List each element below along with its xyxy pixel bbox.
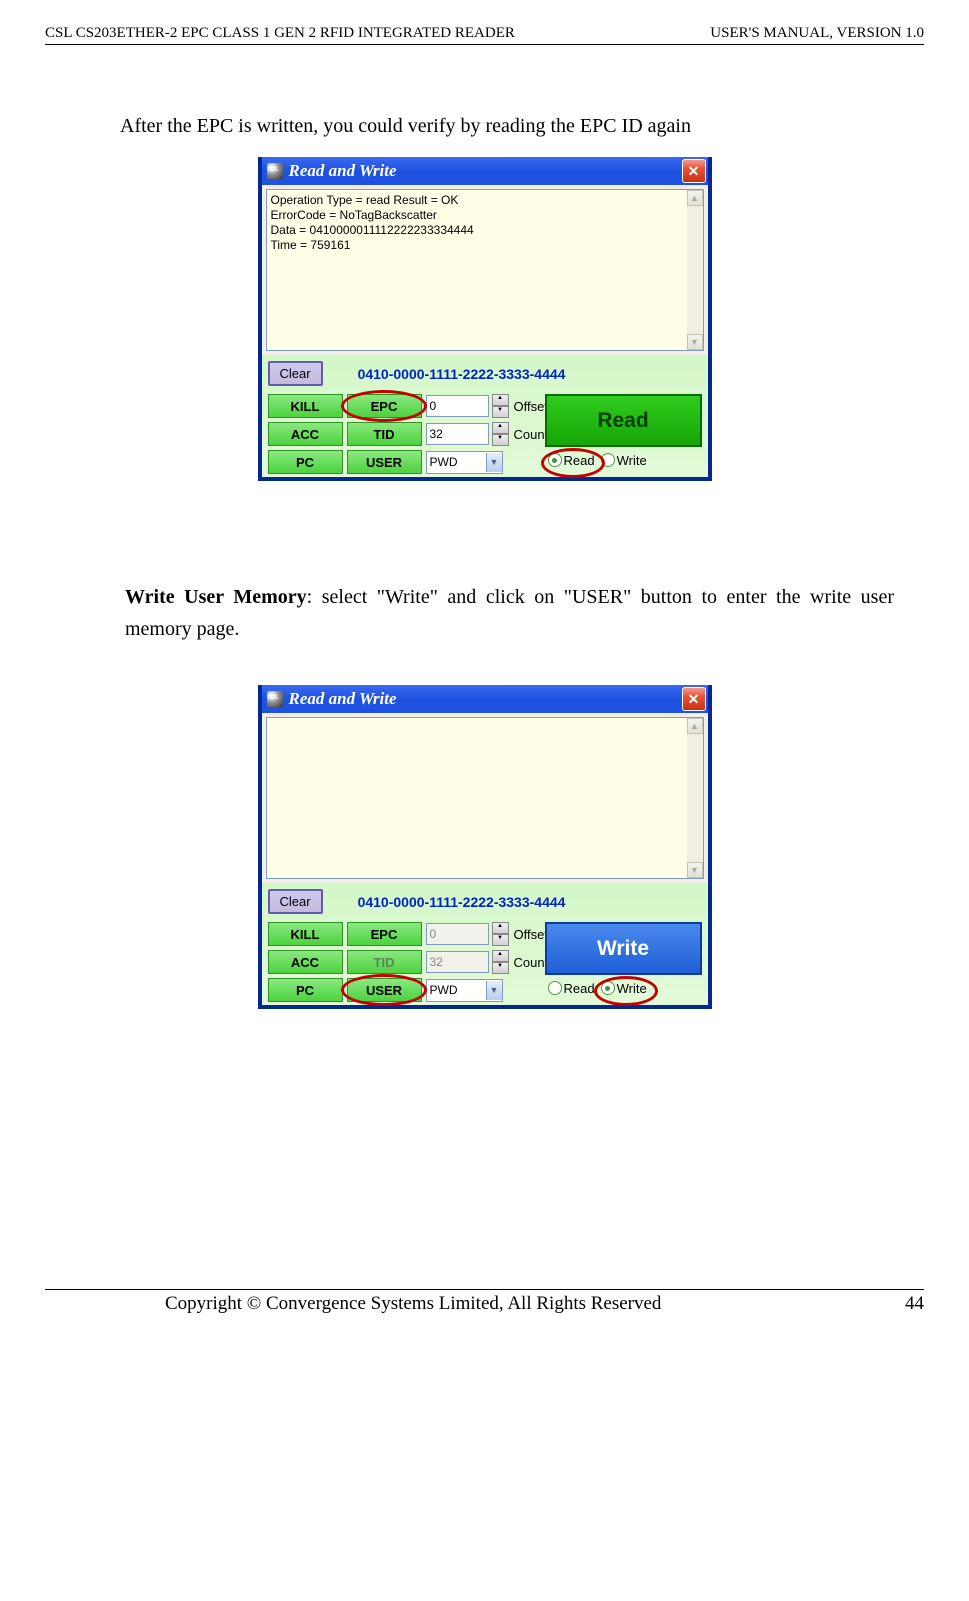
kill-button[interactable]: KILL xyxy=(268,394,343,418)
result-textarea[interactable]: ▲ ▼ xyxy=(266,717,704,879)
radio-read-label: Read xyxy=(564,981,595,996)
scroll-down-icon[interactable]: ▼ xyxy=(687,334,703,350)
write-user-bold: Write User Memory xyxy=(125,586,307,608)
footer-copyright: Copyright © Convergence Systems Limited,… xyxy=(165,1293,661,1315)
radio-read-label: Read xyxy=(564,453,595,468)
result-line: ErrorCode = NoTagBackscatter xyxy=(271,208,683,223)
scrollbar[interactable]: ▲ ▼ xyxy=(687,190,703,350)
dropdown-value: PWD xyxy=(430,983,458,997)
header-right: USER'S MANUAL, VERSION 1.0 xyxy=(710,25,924,42)
count-spinner: ▲▼ xyxy=(492,950,509,974)
radio-write[interactable]: Write xyxy=(601,981,647,996)
offset-spinner: ▲▼ xyxy=(492,922,509,946)
screenshot-write: Read and Write ✕ ▲ ▼ Clear 0410-0000-111… xyxy=(258,685,712,1009)
paragraph-write-user: Write User Memory: select "Write" and cl… xyxy=(125,581,894,645)
screenshot-read: Read and Write ✕ Operation Type = read R… xyxy=(258,157,712,481)
radio-write-label: Write xyxy=(617,981,647,996)
scroll-up-icon[interactable]: ▲ xyxy=(687,718,703,734)
user-button[interactable]: USER xyxy=(347,978,422,1002)
chevron-down-icon: ▼ xyxy=(486,453,502,472)
result-line: Data = 0410000011112222233334444 xyxy=(271,223,683,238)
radio-read[interactable]: Read xyxy=(548,981,595,996)
offset-spinner[interactable]: ▲▼ xyxy=(492,394,509,418)
scroll-up-icon[interactable]: ▲ xyxy=(687,190,703,206)
write-big-button[interactable]: Write xyxy=(545,922,702,975)
pc-button[interactable]: PC xyxy=(268,978,343,1002)
pc-button[interactable]: PC xyxy=(268,450,343,474)
offset-label: Offset xyxy=(514,927,548,942)
epc-id-display: 0410-0000-1111-2222-3333-4444 xyxy=(358,366,566,382)
paragraph-verify: After the EPC is written, you could veri… xyxy=(120,110,894,142)
tid-button[interactable]: TID xyxy=(347,422,422,446)
epc-button[interactable]: EPC xyxy=(347,394,422,418)
header-left: CSL CS203ETHER-2 EPC CLASS 1 GEN 2 RFID … xyxy=(45,25,515,42)
count-label: Count xyxy=(514,955,549,970)
close-button[interactable]: ✕ xyxy=(682,687,706,711)
acc-button[interactable]: ACC xyxy=(268,422,343,446)
window-titlebar: Read and Write ✕ xyxy=(262,685,708,713)
offset-input[interactable] xyxy=(426,395,489,417)
footer-page-number: 44 xyxy=(905,1293,924,1315)
result-line: Operation Type = read Result = OK xyxy=(271,193,683,208)
chevron-down-icon: ▼ xyxy=(486,981,502,1000)
window-title: Read and Write xyxy=(289,161,682,181)
kill-button[interactable]: KILL xyxy=(268,922,343,946)
app-icon xyxy=(267,691,283,707)
epc-button[interactable]: EPC xyxy=(347,922,422,946)
window-title: Read and Write xyxy=(289,689,682,709)
count-input xyxy=(426,951,489,973)
close-button[interactable]: ✕ xyxy=(682,159,706,183)
count-label: Count xyxy=(514,427,549,442)
clear-button[interactable]: Clear xyxy=(268,361,323,386)
user-button[interactable]: USER xyxy=(347,450,422,474)
radio-read[interactable]: Read xyxy=(548,453,595,468)
count-input[interactable] xyxy=(426,423,489,445)
epc-id-display: 0410-0000-1111-2222-3333-4444 xyxy=(358,894,566,910)
dropdown-value: PWD xyxy=(430,455,458,469)
radio-write[interactable]: Write xyxy=(601,453,647,468)
scroll-down-icon[interactable]: ▼ xyxy=(687,862,703,878)
count-spinner[interactable]: ▲▼ xyxy=(492,422,509,446)
read-big-button[interactable]: Read xyxy=(545,394,702,447)
close-icon: ✕ xyxy=(688,691,700,708)
result-line: Time = 759161 xyxy=(271,238,683,253)
control-panel: Clear 0410-0000-1111-2222-3333-4444 KILL… xyxy=(262,883,708,1005)
scrollbar[interactable]: ▲ ▼ xyxy=(687,718,703,878)
app-icon xyxy=(267,163,283,179)
header-divider xyxy=(45,44,924,45)
radio-write-label: Write xyxy=(617,453,647,468)
tid-button[interactable]: TID xyxy=(347,950,422,974)
pwd-dropdown[interactable]: PWD ▼ xyxy=(426,451,503,474)
offset-label: Offset xyxy=(514,399,548,414)
control-panel: Clear 0410-0000-1111-2222-3333-4444 KILL… xyxy=(262,355,708,477)
result-textarea[interactable]: Operation Type = read Result = OK ErrorC… xyxy=(266,189,704,351)
offset-input xyxy=(426,923,489,945)
clear-button[interactable]: Clear xyxy=(268,889,323,914)
acc-button[interactable]: ACC xyxy=(268,950,343,974)
pwd-dropdown[interactable]: PWD ▼ xyxy=(426,979,503,1002)
window-titlebar: Read and Write ✕ xyxy=(262,157,708,185)
close-icon: ✕ xyxy=(688,163,700,180)
